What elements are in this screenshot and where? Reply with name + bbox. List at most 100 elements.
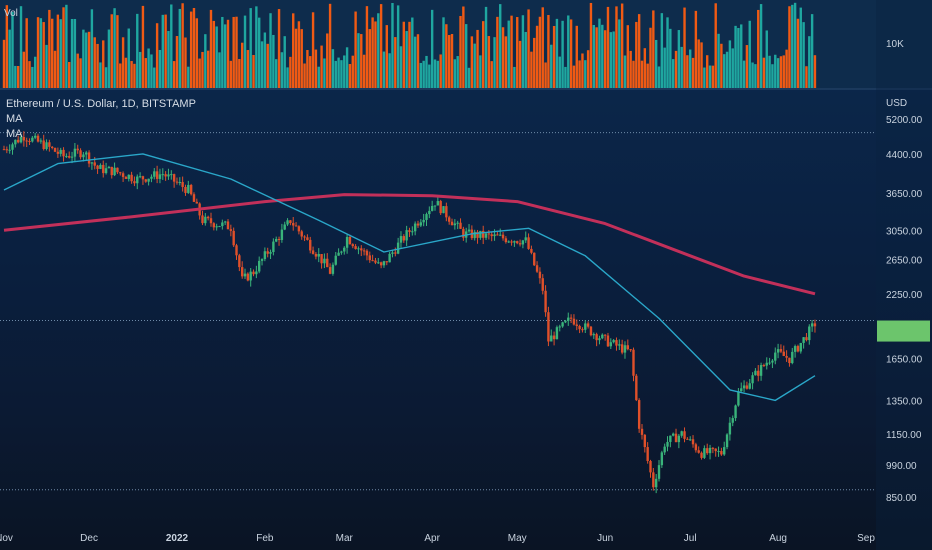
candle-body-92 (263, 251, 267, 260)
volume-bar-243 (691, 57, 695, 88)
volume-bar-262 (745, 45, 749, 88)
volume-bar-55 (158, 49, 162, 88)
volume-bar-103 (294, 28, 298, 88)
volume-bar-178 (507, 20, 510, 89)
volume-bar-50 (144, 58, 147, 88)
volume-bar-69 (198, 58, 201, 88)
candle-body-223 (635, 375, 638, 401)
volume-bar-193 (550, 44, 553, 88)
candle-body-153 (436, 201, 440, 206)
candle-body-42 (121, 173, 125, 177)
candle-body-29 (85, 152, 88, 155)
candle-body-57 (164, 174, 167, 177)
price-tick-8: 1150.00 (886, 430, 922, 441)
volume-bar-21 (62, 7, 65, 88)
candle-body-117 (334, 255, 337, 265)
candle-body-149 (425, 214, 428, 220)
candle-body-58 (167, 174, 170, 177)
candle-body-179 (510, 241, 513, 243)
volume-bar-176 (501, 27, 505, 88)
candle-body-120 (343, 247, 346, 252)
candle-body-176 (501, 234, 505, 239)
time-tick-0: Nov (0, 533, 13, 544)
candle-body-230 (654, 478, 658, 488)
price-tick-6: 1650.00 (886, 355, 923, 366)
candle-body-83 (238, 255, 241, 268)
candle-body-157 (447, 217, 451, 222)
candle-body-70 (201, 215, 204, 224)
volume-bar-19 (56, 14, 60, 88)
candle-body-146 (416, 223, 420, 226)
volume-bar-128 (365, 6, 369, 88)
volume-bar-220 (626, 25, 630, 88)
candle-body-62 (178, 182, 182, 184)
volume-bar-135 (385, 25, 388, 88)
volume-bar-268 (762, 57, 766, 88)
volume-bar-14 (42, 22, 45, 88)
volume-bar-223 (635, 21, 638, 88)
volume-bar-226 (643, 48, 647, 88)
volume-bar-29 (85, 32, 88, 88)
candle-body-97 (277, 238, 281, 240)
candle-body-210 (598, 338, 601, 341)
candle-body-141 (402, 236, 406, 241)
volume-bar-192 (547, 14, 550, 89)
volume-bar-242 (688, 49, 692, 88)
volume-bar-101 (289, 56, 292, 88)
volume-bar-209 (595, 27, 598, 88)
volume-bar-177 (504, 36, 508, 88)
candle-body-143 (408, 230, 411, 232)
volume-bar-77 (221, 16, 224, 89)
volume-bar-57 (164, 14, 167, 88)
volume-bar-89 (255, 6, 258, 88)
candle-body-270 (768, 362, 771, 364)
candle-body-250 (711, 447, 715, 449)
volume-bar-126 (360, 34, 363, 88)
volume-bar-111 (317, 66, 320, 88)
candle-body-181 (516, 241, 519, 244)
candle-body-180 (513, 241, 516, 243)
volume-bar-182 (518, 40, 522, 88)
candle-body-200 (569, 317, 573, 319)
candle-body-219 (623, 345, 627, 353)
volume-bar-84 (240, 42, 244, 88)
volume-bar-107 (306, 50, 309, 88)
volume-bar-256 (728, 40, 732, 88)
volume-bar-252 (717, 33, 720, 88)
volume-bar-44 (127, 28, 130, 88)
candle-body-168 (479, 230, 482, 238)
volume-bar-110 (314, 49, 318, 88)
candle-body-118 (337, 252, 340, 256)
candle-body-20 (59, 149, 62, 154)
volume-bar-203 (578, 60, 581, 88)
volume-bar-169 (482, 21, 485, 88)
volume-bar-286 (813, 55, 817, 88)
candle-body-213 (606, 335, 610, 347)
candle-body-3 (11, 144, 14, 150)
candle-body-281 (799, 342, 802, 352)
candle-body-96 (275, 238, 278, 242)
chart: USD 5200.00 4400.00 3650.00 3050.00 2650.00 22… (0, 0, 932, 550)
candle-body-186 (530, 248, 533, 253)
candle-body-276 (785, 355, 788, 358)
volume-bar-162 (462, 6, 465, 88)
candle-body-78 (223, 221, 227, 223)
candle-body-135 (385, 261, 388, 263)
volume-bar-125 (357, 33, 360, 88)
candle-body-262 (745, 385, 749, 389)
volume-bar-179 (510, 15, 513, 88)
volume-bar-275 (782, 55, 785, 88)
volume-tick-label: 10K (886, 39, 904, 50)
candle-body-1 (5, 149, 9, 151)
volume-bar-116 (331, 49, 335, 88)
volume-bar-227 (646, 63, 649, 88)
volume-bar-41 (119, 63, 122, 88)
volume-bar-48 (138, 51, 142, 88)
ma-short-line (3, 153, 816, 402)
volume-bar-132 (377, 13, 380, 89)
candle-body-66 (189, 184, 193, 195)
candle-body-255 (725, 434, 729, 448)
volume-bar-10 (31, 66, 34, 88)
volume-bar-98 (280, 52, 284, 88)
volume-bar-3 (11, 11, 14, 89)
